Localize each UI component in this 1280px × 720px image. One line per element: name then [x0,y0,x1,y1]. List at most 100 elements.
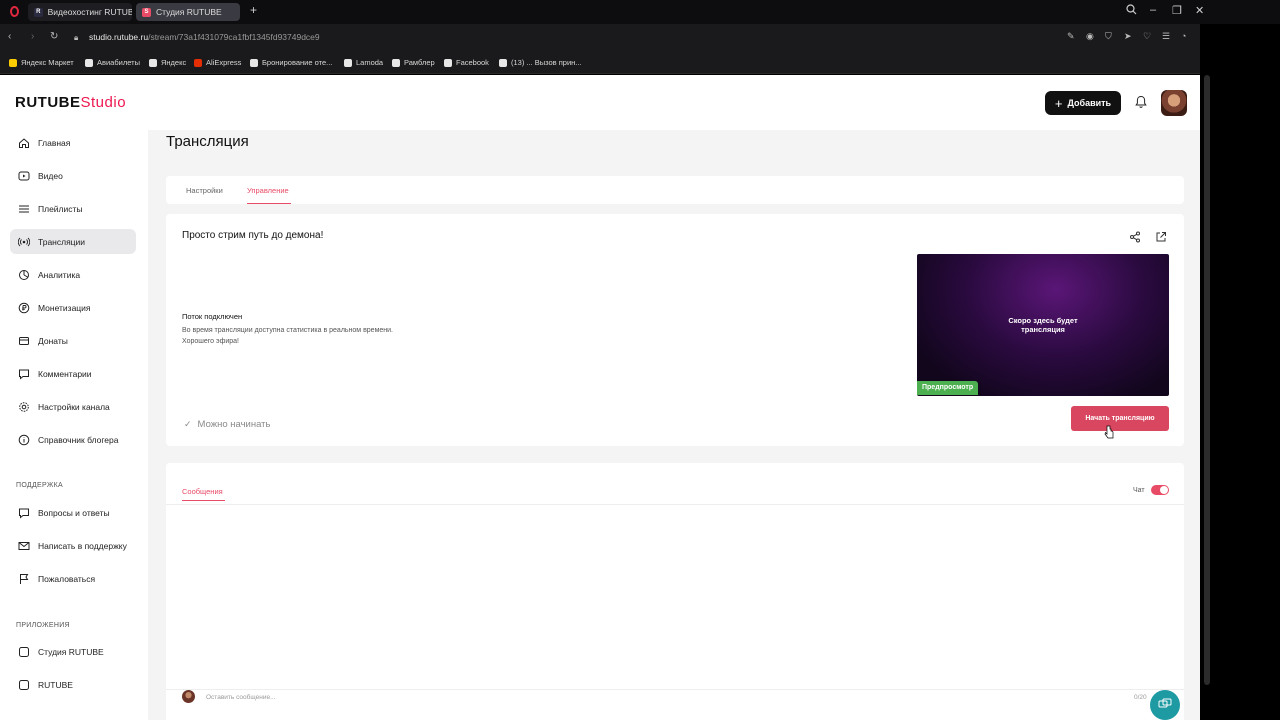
tabs-bar: Настройки Управление [166,176,1184,204]
bookmark-icon [444,58,452,67]
send-icon[interactable]: ➤ [1124,31,1132,42]
minimize-icon[interactable]: – [1150,4,1156,16]
sidebar-item-label: Трансляции [38,236,86,247]
sidebar-item-label: Главная [38,137,71,148]
bookmark-icon [250,58,258,67]
sidebar-item-comments[interactable]: Комментарии [10,361,136,386]
check-icon: ✓ [184,419,192,429]
stream-status-text: Во время трансляции доступна статистика … [182,325,482,347]
bookmark-item[interactable]: Lamoda [344,58,383,67]
url-field[interactable]: studio.rutube.ru/stream/73a1f431079ca1fb… [89,32,320,42]
rutube-app-icon [19,679,29,690]
studio-favicon-icon: S [142,7,151,17]
sidebar-item-channel-settings[interactable]: Настройки канала [10,394,136,419]
ruble-icon [18,302,30,313]
tab-management[interactable]: Управление [247,186,289,195]
new-tab-icon[interactable]: + [250,3,257,17]
sidebar-item-rutube-app[interactable]: RUTUBE [10,672,136,697]
ready-label: Можно начинать [197,419,271,430]
stream-title: Просто стрим путь до демона! [182,230,324,241]
address-bar: ‹ › ↻ 🔒︎ studio.rutube.ru/stream/73a1f43… [0,24,1280,52]
browser-side-area [1200,24,1280,720]
sidebar-item-label: Видео [38,170,63,181]
studio-page: RUTUBEStudio + Добавить Главная Видео Пле… [0,75,1200,720]
bookmark-icon [149,58,157,67]
sidebar-item-label: Справочник блогера [38,434,119,445]
sidebar-item-video[interactable]: Видео [10,163,136,188]
bookmark-label: Lamoda [356,58,384,67]
message-input[interactable]: Оставить сообщение... [206,694,276,701]
start-stream-button[interactable]: Начать трансляцию [1071,406,1169,431]
sidebar-item-playlists[interactable]: Плейлисты [10,196,136,221]
rutube-favicon-icon: R [34,7,43,17]
add-button[interactable]: + Добавить [1045,91,1121,115]
sidebar-item-broadcasts[interactable]: Трансляции [10,229,136,254]
studio-app-icon [19,646,29,657]
page-scrollbar[interactable] [1204,75,1210,685]
browser-tab-rutube[interactable]: R Видеохостинг RUTUBE. С [28,3,132,21]
profile-icon[interactable]: ◔ [1181,31,1186,41]
bookmark-item[interactable]: AliExpress [194,58,241,67]
sidebar-item-monetization[interactable]: Монетизация [10,295,136,320]
tab-label: Видеохостинг RUTUBE. С [47,7,132,17]
edit-icon[interactable]: ✎ [1067,31,1075,42]
chat-card: Сообщения Чат Оставить сообщение... 0/20 [166,463,1184,720]
sidebar-item-studio-app[interactable]: Студия RUTUBE [10,639,136,664]
bookmark-label: Яндекс [161,58,187,67]
bookmark-item[interactable]: Facebook [444,58,489,67]
bookmark-label: Рамблер [404,58,435,67]
sidebar-group-apps: ПРИЛОЖЕНИЯ [16,622,70,629]
external-link-icon[interactable] [1155,231,1167,243]
logo-main: RUTUBE [15,94,81,111]
bell-icon[interactable] [1134,95,1148,109]
sidebar-item-analytics[interactable]: Аналитика [10,262,136,287]
tab-messages[interactable]: Сообщения [182,487,223,496]
preview-badge: Предпросмотр [917,381,979,395]
bookmark-icon [9,58,17,67]
back-icon[interactable]: ‹ [8,31,11,42]
bookmark-icon [392,58,400,67]
chat-toggle[interactable] [1151,485,1169,495]
studio-logo[interactable]: RUTUBEStudio [15,94,126,111]
help-button[interactable] [1150,690,1180,720]
plus-icon: + [1054,95,1063,111]
tab-settings[interactable]: Настройки [186,186,223,195]
maximize-icon[interactable]: ❐ [1172,4,1182,17]
playlist-icon [19,205,29,212]
sidebar-item-donations[interactable]: Донаты [10,328,136,353]
user-avatar[interactable] [1161,90,1187,116]
active-tab-indicator [182,500,225,501]
reload-icon[interactable]: ↻ [50,31,58,42]
bookmark-label: Бронирование оте... [262,58,333,67]
search-icon[interactable] [1126,4,1137,18]
sidebar-item-report[interactable]: Пожаловаться [10,566,136,591]
mouse-cursor-icon [1104,425,1114,439]
bookmark-item[interactable]: Бронирование оте... [250,58,332,67]
close-icon[interactable]: ✕ [1195,4,1204,17]
stream-preview[interactable]: Скоро здесь будет трансляция Предпросмот… [917,254,1169,396]
forward-icon[interactable]: › [31,31,34,42]
home-icon [19,137,29,148]
faq-icon [19,508,29,519]
camera-icon[interactable]: ◉ [1086,31,1094,42]
gear-icon [19,401,29,412]
browser-tab-studio[interactable]: S Студия RUTUBE [136,3,240,21]
url-path: /stream/73a1f431079ca1fbf1345fd93749dce9 [148,32,320,42]
bookmark-item[interactable]: Авиабилеты [85,58,140,67]
sidebar-item-faq[interactable]: Вопросы и ответы [10,500,136,525]
sidebar-item-write-support[interactable]: Написать в поддержку [10,533,136,558]
sidebar-item-home[interactable]: Главная [10,130,136,155]
bookmark-item[interactable]: (13) ... Вызов прин... [499,58,582,67]
message-counter: 0/20 [1134,694,1147,701]
preview-line: Скоро здесь будет [1008,316,1078,325]
heart-icon[interactable]: ♡ [1143,31,1151,42]
share-icon[interactable] [1129,231,1141,243]
bookmark-icon [85,58,93,67]
bookmark-item[interactable]: Рамблер [392,58,435,67]
bookmark-item[interactable]: Яндекс [149,58,186,67]
bookmark-item[interactable]: Яндекс Маркет [9,58,74,67]
sidebar-item-blogger-guide[interactable]: Справочник блогера [10,427,136,452]
menu-icon[interactable]: ☰ [1162,31,1170,42]
tab-label: Студия RUTUBE [156,7,222,17]
shield-icon[interactable]: ⛉ [1105,31,1112,42]
